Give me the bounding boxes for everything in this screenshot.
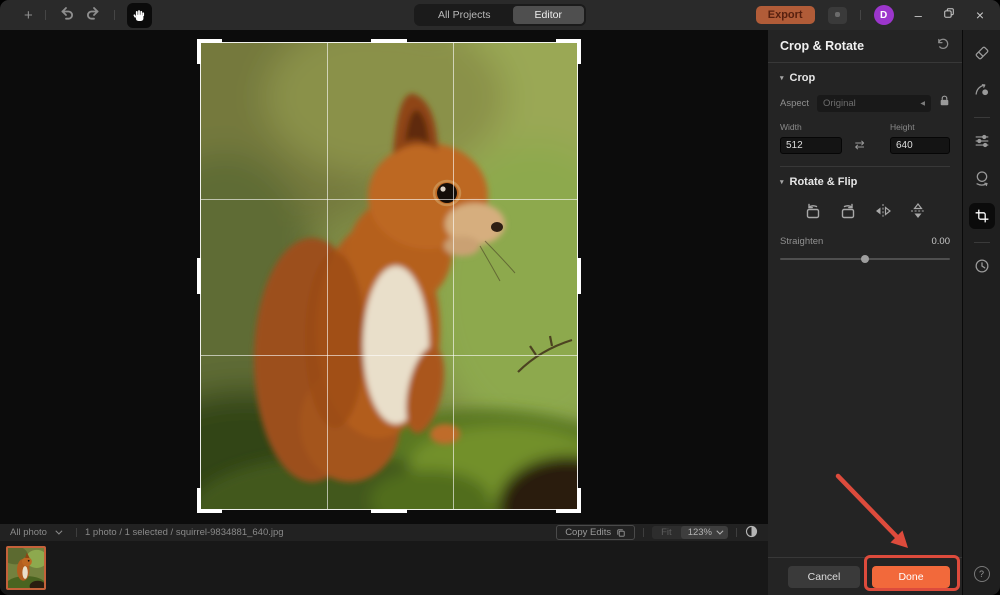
tools-sidebar: ?	[962, 30, 1000, 595]
redo-icon[interactable]	[86, 5, 102, 26]
crop-handle-bottom-left[interactable]	[197, 488, 222, 513]
straighten-value: 0.00	[932, 236, 951, 247]
crop-region[interactable]	[200, 42, 578, 510]
cancel-button[interactable]: Cancel	[788, 566, 860, 588]
user-avatar[interactable]: D	[874, 5, 894, 25]
rotate-left-icon[interactable]	[803, 201, 823, 221]
filmstrip	[0, 541, 768, 595]
crop-handle-top[interactable]	[371, 39, 407, 43]
height-input[interactable]	[890, 137, 950, 154]
rotate-section-header[interactable]: ▾ Rotate & Flip	[780, 176, 950, 188]
crop-icon	[974, 208, 990, 224]
sidebar-divider	[974, 117, 990, 118]
straighten-slider[interactable]	[780, 255, 950, 263]
sidebar-divider	[974, 242, 990, 243]
reshape-tool-icon[interactable]	[973, 169, 991, 192]
crop-grid-line	[201, 199, 577, 200]
swap-dimensions-icon[interactable]: ⇄	[855, 138, 865, 152]
aspect-lock-icon[interactable]	[939, 94, 950, 112]
slider-thumb[interactable]	[861, 255, 869, 263]
copy-edits-label: Copy Edits	[565, 527, 611, 538]
dropdown-arrow-icon: ◀	[920, 100, 925, 107]
rotate-section-label: Rotate & Flip	[790, 176, 858, 188]
collapse-icon: ▾	[780, 178, 784, 186]
undo-icon[interactable]	[58, 5, 74, 26]
crop-handle-right[interactable]	[577, 258, 581, 294]
crop-rotate-panel: Crop & Rotate ▾ Crop Aspect Original ◀	[768, 30, 962, 595]
aspect-value: Original	[823, 98, 920, 109]
chevron-down-icon	[716, 528, 723, 535]
straighten-label: Straighten	[780, 236, 823, 247]
crop-grid-line	[327, 43, 328, 509]
crop-section-header[interactable]: ▾ Crop	[780, 72, 950, 84]
view-switcher: All Projects Editor	[414, 4, 586, 26]
close-button[interactable]: ×	[976, 7, 984, 23]
tab-editor[interactable]: Editor	[513, 6, 584, 24]
fit-button[interactable]: Fit	[652, 526, 681, 539]
hand-icon	[132, 8, 147, 23]
aspect-select[interactable]: Original ◀	[817, 95, 931, 112]
hand-tool-button[interactable]	[127, 3, 152, 28]
height-label: Height	[890, 122, 950, 132]
export-button[interactable]: Export	[756, 6, 815, 24]
crop-handle-left[interactable]	[197, 258, 201, 294]
thumbnail-squirrel-selected[interactable]	[6, 546, 46, 590]
reset-icon[interactable]	[936, 37, 950, 56]
editor-canvas[interactable]	[0, 30, 768, 524]
panel-footer: Cancel Done	[768, 557, 962, 595]
maximize-button[interactable]	[943, 6, 955, 24]
help-button[interactable]: ?	[974, 566, 990, 582]
flip-horizontal-icon[interactable]	[873, 201, 893, 221]
status-bar: All photo 1 photo / 1 selected / squirre…	[0, 524, 768, 541]
rotate-flip-section: ▾ Rotate & Flip	[768, 167, 962, 263]
crop-handle-bottom-right[interactable]	[556, 488, 581, 513]
status-divider	[643, 528, 644, 537]
rotate-right-icon[interactable]	[838, 201, 858, 221]
status-divider	[736, 528, 737, 537]
top-toolbar: +	[0, 0, 1000, 30]
minimize-button[interactable]: –	[915, 8, 922, 23]
history-icon[interactable]	[973, 257, 991, 280]
flip-vertical-icon[interactable]	[908, 201, 928, 221]
zoom-control: Fit 123%	[652, 526, 728, 539]
adjustments-icon[interactable]	[973, 132, 991, 155]
crop-section-label: Crop	[790, 72, 816, 84]
crop-handle-bottom[interactable]	[371, 509, 407, 513]
crop-handle-top-left[interactable]	[197, 39, 222, 64]
photo-squirrel[interactable]	[200, 42, 578, 510]
before-after-icon[interactable]	[745, 525, 758, 541]
eraser-tool-icon[interactable]	[973, 44, 991, 67]
collapse-icon: ▾	[780, 74, 784, 82]
panel-title: Crop & Rotate	[780, 39, 936, 53]
toolbar-divider	[114, 10, 115, 20]
retouch-tool-icon[interactable]	[973, 81, 991, 104]
status-divider	[76, 528, 77, 537]
copy-icon	[616, 528, 626, 538]
tab-all-projects[interactable]: All Projects	[416, 6, 513, 24]
zoom-level-value: 123%	[688, 527, 712, 538]
crop-grid-line	[201, 355, 577, 356]
toolbar-divider	[860, 10, 861, 20]
add-photos-icon[interactable]: +	[24, 8, 33, 23]
aspect-label: Aspect	[780, 98, 809, 109]
crop-tool-button[interactable]	[969, 203, 995, 229]
notifications-icon[interactable]	[828, 7, 847, 24]
width-label: Width	[780, 122, 842, 132]
width-input[interactable]	[780, 137, 842, 154]
zoom-level-dropdown[interactable]: 123%	[681, 526, 728, 539]
done-button[interactable]: Done	[872, 566, 950, 588]
chevron-down-icon	[55, 528, 62, 535]
crop-handle-top-right[interactable]	[556, 39, 581, 64]
app-window: +	[0, 0, 1000, 595]
copy-edits-button[interactable]: Copy Edits	[556, 525, 635, 540]
photo-filter-dropdown[interactable]: All photo	[10, 527, 47, 538]
crop-grid-line	[453, 43, 454, 509]
selection-info: 1 photo / 1 selected / squirrel-9834881_…	[85, 527, 284, 538]
toolbar-divider	[45, 10, 46, 20]
crop-section: ▾ Crop Aspect Original ◀ Width	[768, 63, 962, 167]
